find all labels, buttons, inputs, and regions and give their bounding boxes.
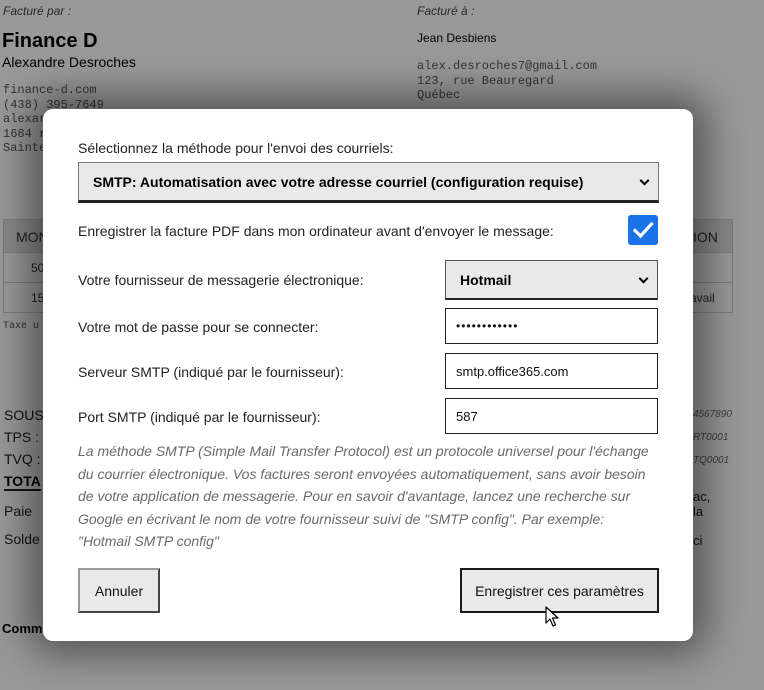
provider-select[interactable]: Hotmail bbox=[445, 260, 658, 300]
provider-value: Hotmail bbox=[460, 271, 512, 288]
cancel-button[interactable]: Annuler bbox=[78, 568, 160, 613]
email-method-select[interactable]: SMTP: Automatisation avec votre adresse … bbox=[78, 162, 659, 203]
provider-label: Votre fournisseur de messagerie électron… bbox=[78, 272, 364, 288]
smtp-info-text: La méthode SMTP (Simple Mail Transfer Pr… bbox=[78, 443, 649, 549]
save-pdf-label: Enregistrer la facture PDF dans mon ordi… bbox=[78, 223, 554, 239]
method-label: Sélectionnez la méthode pour l'envoi des… bbox=[78, 140, 394, 156]
checkmark-icon bbox=[632, 221, 654, 239]
smtp-port-label: Port SMTP (indiqué par le fournisseur): bbox=[78, 409, 321, 425]
email-settings-dialog: Sélectionnez la méthode pour l'envoi des… bbox=[43, 109, 693, 641]
smtp-server-label: Serveur SMTP (indiqué par le fournisseur… bbox=[78, 364, 344, 380]
smtp-server-input[interactable]: smtp.office365.com bbox=[445, 353, 658, 389]
chevron-down-icon bbox=[639, 175, 650, 186]
password-label: Votre mot de passe pour se connecter: bbox=[78, 319, 319, 335]
mouse-cursor-icon bbox=[545, 606, 559, 627]
email-method-value: SMTP: Automatisation avec votre adresse … bbox=[93, 173, 584, 190]
save-pdf-checkbox[interactable] bbox=[628, 215, 658, 245]
password-input[interactable]: •••••••••••• bbox=[445, 308, 658, 344]
smtp-port-input[interactable]: 587 bbox=[445, 398, 658, 434]
chevron-down-icon bbox=[638, 273, 649, 284]
